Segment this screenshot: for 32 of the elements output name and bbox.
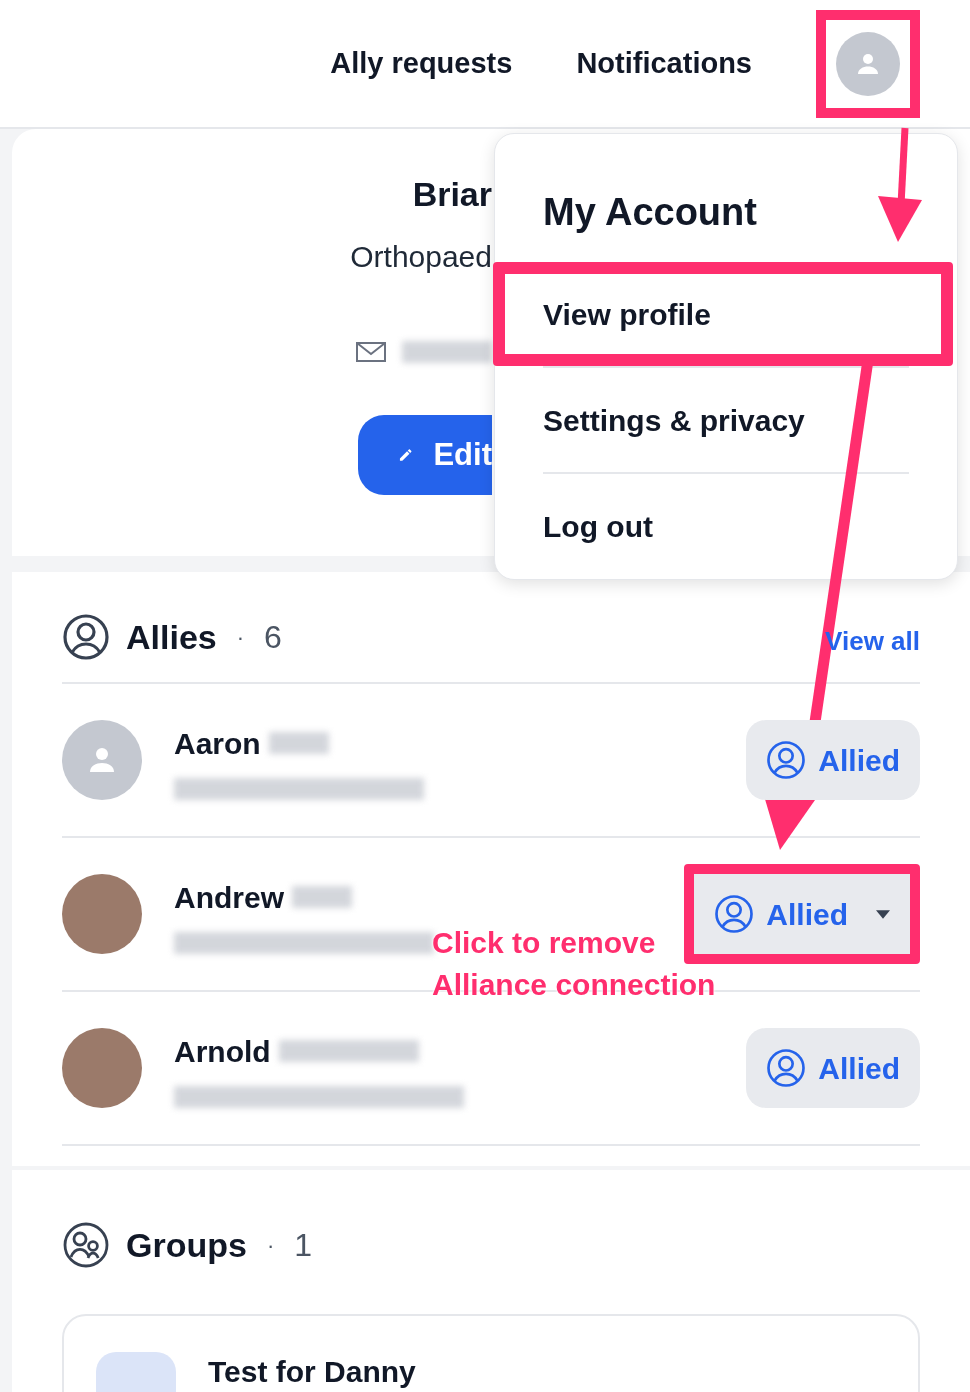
group-card[interactable]: Test for Danny <box>62 1314 920 1392</box>
group-name: Test for Danny <box>208 1354 416 1390</box>
nav-link[interactable]: Notifications <box>576 41 752 86</box>
dot-separator: · <box>266 1231 275 1260</box>
section-title: Allies <box>126 616 217 658</box>
nav-link[interactable]: Ally requests <box>330 41 513 86</box>
menu-item[interactable]: Log out <box>543 474 909 578</box>
allied-button[interactable]: Allied <box>746 1028 920 1108</box>
allied-button[interactable]: Allied <box>746 720 920 800</box>
ally-name: Andrew <box>174 879 284 916</box>
redacted-text <box>292 886 352 908</box>
profile-title: Orthopaed <box>350 239 492 275</box>
caret-icon <box>876 909 890 919</box>
user-circle-icon <box>766 740 807 780</box>
user-circle-icon <box>766 1048 807 1088</box>
ally-name: Aaron <box>174 725 261 762</box>
user-circle-icon <box>62 613 110 661</box>
menu-item[interactable]: Settings & privacy <box>543 368 909 472</box>
mail-icon <box>356 342 386 362</box>
menu-title: My Account <box>543 190 757 235</box>
redacted-text <box>268 732 329 754</box>
dot-separator: · <box>236 623 245 652</box>
group-icon <box>62 1221 110 1269</box>
profile-name: Briar <box>412 174 492 215</box>
menu-item[interactable]: View profile <box>493 262 953 366</box>
count: 6 <box>264 618 282 657</box>
edit-button[interactable]: Edit <box>358 415 492 495</box>
ally-name: Arnold <box>174 1033 271 1070</box>
user-circle-icon <box>714 894 755 934</box>
section-title: Groups <box>126 1224 247 1266</box>
allied-button[interactable]: Allied <box>694 874 910 954</box>
count: 1 <box>294 1226 313 1265</box>
